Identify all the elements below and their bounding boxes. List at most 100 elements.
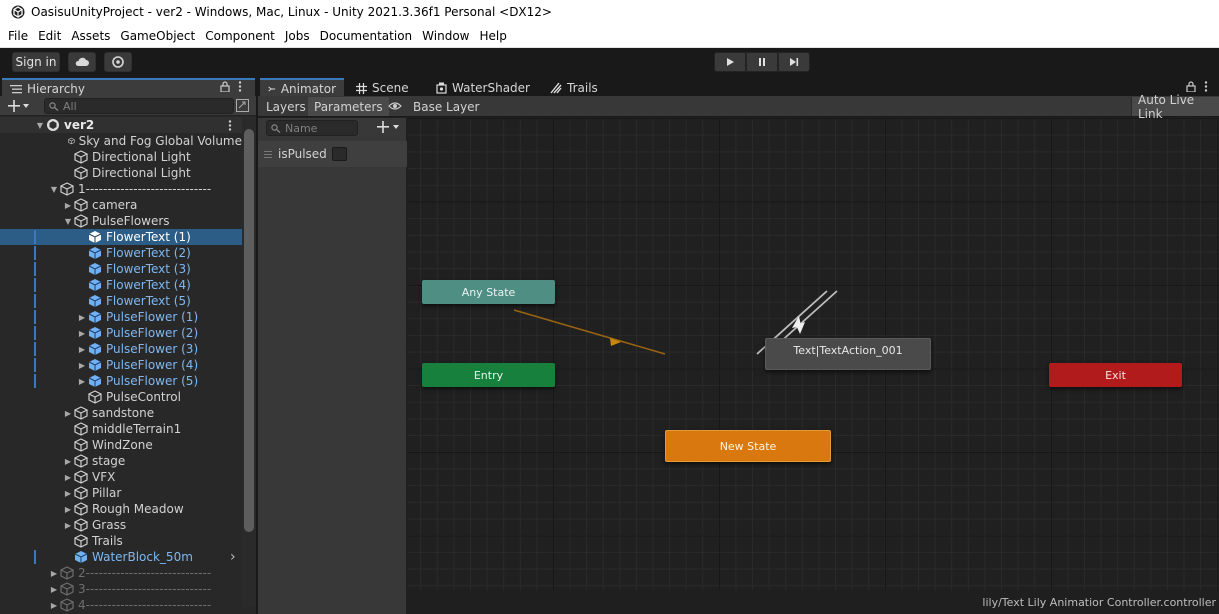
- collapse-arrow-icon[interactable]: ▶: [62, 405, 74, 421]
- pause-button[interactable]: [746, 52, 778, 72]
- collab-button[interactable]: [104, 52, 132, 72]
- parameters-tab[interactable]: Parameters: [308, 97, 389, 116]
- hierarchy-scroll-thumb[interactable]: [244, 129, 254, 532]
- hierarchy-item[interactable]: ▶ PulseFlower (2): [0, 325, 242, 341]
- entry-transition-line[interactable]: [513, 309, 666, 355]
- collapse-arrow-icon[interactable]: ▶: [76, 373, 88, 389]
- scene-filter-icon[interactable]: [236, 99, 249, 112]
- hierarchy-item[interactable]: WaterBlock_50m ›: [0, 549, 242, 565]
- expand-arrow-icon[interactable]: ▼: [62, 213, 74, 229]
- kebab-menu-icon[interactable]: [1204, 81, 1208, 92]
- hierarchy-item[interactable]: Directional Light: [0, 165, 242, 181]
- hierarchy-item[interactable]: ▶ stage: [0, 453, 242, 469]
- collapse-arrow-icon[interactable]: ▶: [76, 325, 88, 341]
- layers-tab[interactable]: Layers: [260, 97, 312, 116]
- tab-scene[interactable]: Scene: [348, 78, 417, 98]
- parameter-row[interactable]: isPulsed: [258, 141, 407, 167]
- hierarchy-item[interactable]: Directional Light: [0, 149, 242, 165]
- breadcrumb-base-layer[interactable]: Base Layer: [407, 97, 486, 116]
- menu-assets[interactable]: Assets: [66, 24, 115, 48]
- hierarchy-search-input[interactable]: All: [44, 98, 234, 114]
- collapse-arrow-icon[interactable]: ▶: [62, 469, 74, 485]
- menu-window[interactable]: Window: [417, 24, 474, 48]
- hierarchy-item[interactable]: ▶ Grass: [0, 517, 242, 533]
- hierarchy-item[interactable]: FlowerText (2): [0, 245, 242, 261]
- animator-graph-canvas[interactable]: Any State Entry Text|TextAction_001 New …: [407, 118, 1219, 590]
- collapse-arrow-icon[interactable]: ▶: [62, 453, 74, 469]
- collapse-arrow-icon[interactable]: ▶: [48, 597, 60, 613]
- hierarchy-item[interactable]: ▶ PulseFlower (4): [0, 357, 242, 373]
- hierarchy-item[interactable]: ▶ camera: [0, 197, 242, 213]
- new-state-default-node[interactable]: New State: [665, 430, 831, 462]
- collapse-arrow-icon[interactable]: ▶: [48, 581, 60, 597]
- tab-watershader[interactable]: WaterShader: [428, 78, 538, 98]
- add-parameter-icon[interactable]: [377, 121, 403, 133]
- menu-help[interactable]: Help: [474, 24, 511, 48]
- kebab-menu-icon[interactable]: [238, 81, 242, 92]
- hierarchy-item[interactable]: ▶ 4-----------------------------: [0, 597, 242, 613]
- collapse-arrow-icon[interactable]: ▶: [62, 517, 74, 533]
- parameter-bool-checkbox[interactable]: [332, 147, 347, 161]
- hierarchy-item[interactable]: ▶ PulseFlower (5): [0, 373, 242, 389]
- eye-icon[interactable]: [388, 101, 402, 111]
- hierarchy-item[interactable]: FlowerText (5): [0, 293, 242, 309]
- collapse-arrow-icon[interactable]: ▶: [62, 501, 74, 517]
- menu-component[interactable]: Component: [200, 24, 280, 48]
- step-button[interactable]: [778, 52, 810, 72]
- scene-menu-icon[interactable]: [228, 120, 232, 131]
- hierarchy-item[interactable]: FlowerText (1): [0, 229, 242, 245]
- collapse-arrow-icon[interactable]: ▶: [76, 357, 88, 373]
- hierarchy-item[interactable]: ▶ Pillar: [0, 485, 242, 501]
- hierarchy-item[interactable]: ▶ PulseFlower (3): [0, 341, 242, 357]
- hierarchy-item[interactable]: FlowerText (4): [0, 277, 242, 293]
- menu-gameobject[interactable]: GameObject: [115, 24, 200, 48]
- text-action-state-node[interactable]: Text|TextAction_001: [765, 338, 931, 370]
- tab-hierarchy[interactable]: Hierarchy: [2, 78, 255, 98]
- hierarchy-item[interactable]: ▶ 2-----------------------------: [0, 565, 242, 581]
- play-button[interactable]: [714, 52, 746, 72]
- exit-node[interactable]: Exit: [1049, 363, 1182, 387]
- collapse-arrow-icon[interactable]: ▶: [48, 565, 60, 581]
- parameter-name: isPulsed: [278, 147, 327, 161]
- lock-icon[interactable]: [220, 81, 230, 92]
- hierarchy-item[interactable]: ▶ sandstone: [0, 405, 242, 421]
- hierarchy-item[interactable]: FlowerText (3): [0, 261, 242, 277]
- lock-icon[interactable]: [1186, 81, 1196, 92]
- menu-edit[interactable]: Edit: [33, 24, 66, 48]
- hierarchy-item[interactable]: WindZone: [0, 437, 242, 453]
- expand-arrow-icon[interactable]: ▼: [34, 117, 46, 133]
- search-icon: [271, 123, 281, 133]
- scene-root-row[interactable]: ▼ ver2: [0, 117, 242, 133]
- hierarchy-item[interactable]: middleTerrain1: [0, 421, 242, 437]
- hierarchy-item[interactable]: Sky and Fog Global Volume: [0, 133, 242, 149]
- entry-node[interactable]: Entry: [422, 363, 555, 387]
- menu-file[interactable]: File: [3, 24, 33, 48]
- hierarchy-item[interactable]: ▼ 1-----------------------------: [0, 181, 242, 197]
- trails-icon: [550, 82, 562, 94]
- hierarchy-item[interactable]: ▶ 3-----------------------------: [0, 581, 242, 597]
- drag-handle-icon[interactable]: [264, 150, 272, 158]
- tab-animator[interactable]: Animator: [260, 78, 344, 98]
- parameter-search-input[interactable]: Name: [266, 120, 358, 136]
- collapse-arrow-icon[interactable]: ▶: [76, 309, 88, 325]
- cloud-button[interactable]: [68, 52, 96, 72]
- expand-arrow-icon[interactable]: ▼: [48, 181, 60, 197]
- collapse-arrow-icon[interactable]: ▶: [76, 341, 88, 357]
- hierarchy-item[interactable]: Trails: [0, 533, 242, 549]
- sign-in-button[interactable]: Sign in: [12, 52, 60, 72]
- hierarchy-item[interactable]: PulseControl: [0, 389, 242, 405]
- menu-documentation[interactable]: Documentation: [315, 24, 418, 48]
- hierarchy-item[interactable]: ▶ PulseFlower (1): [0, 309, 242, 325]
- collapse-arrow-icon[interactable]: ▶: [62, 197, 74, 213]
- any-state-node[interactable]: Any State: [422, 280, 555, 304]
- menu-jobs[interactable]: Jobs: [280, 24, 315, 48]
- hierarchy-item[interactable]: ▶ VFX: [0, 469, 242, 485]
- hierarchy-scrollbar[interactable]: [242, 117, 256, 607]
- collapse-arrow-icon[interactable]: ▶: [62, 485, 74, 501]
- chevron-right-icon[interactable]: ›: [230, 549, 236, 565]
- add-plus-icon[interactable]: [8, 100, 30, 112]
- hierarchy-item[interactable]: ▶ Rough Meadow: [0, 501, 242, 517]
- tab-trails[interactable]: Trails: [542, 78, 606, 98]
- hierarchy-item[interactable]: ▼ PulseFlowers: [0, 213, 242, 229]
- auto-live-link-button[interactable]: Auto Live Link: [1131, 93, 1219, 121]
